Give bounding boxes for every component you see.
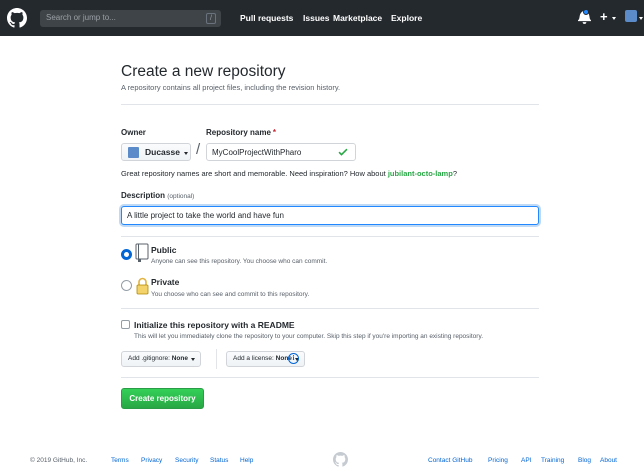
footer-link-blog[interactable]: Blog <box>578 457 591 464</box>
footer-link-pricing[interactable]: Pricing <box>488 457 508 464</box>
notification-indicator-dot <box>583 9 589 15</box>
gitignore-prefix: Add .gitignore: <box>128 355 170 362</box>
public-radio[interactable] <box>121 249 132 260</box>
license-prefix: Add a license: <box>233 355 274 362</box>
init-readme-description: This will let you immediately clone the … <box>134 333 484 340</box>
init-readme-label[interactable]: Initialize this repository with a README <box>134 320 295 330</box>
search-shortcut-key: / <box>206 13 216 24</box>
owner-repo-separator: / <box>196 141 201 158</box>
footer-link-training[interactable]: Training <box>541 457 564 464</box>
optional-tag: (optional) <box>167 193 195 200</box>
gitignore-value: None <box>171 355 188 362</box>
user-menu-chevron-down-icon[interactable] <box>639 17 643 20</box>
repo-book-icon <box>135 243 149 262</box>
description-input[interactable]: A little project to take the world and h… <box>121 206 539 225</box>
repo-name-label: Repository name * <box>206 128 276 137</box>
info-icon[interactable]: i <box>288 353 299 364</box>
footer-link-security[interactable]: Security <box>175 457 198 464</box>
page-title: Create a new repository <box>121 63 286 80</box>
repo-name-value: MyCoolProjectWithPharo <box>212 148 302 157</box>
top-navigation-bar: Search or jump to... / Pull requests Iss… <box>0 0 644 36</box>
name-suggestion-link[interactable]: jubilant-octo-lamp <box>388 169 453 178</box>
repo-name-input[interactable]: MyCoolProjectWithPharo <box>206 143 356 161</box>
footer-link-status[interactable]: Status <box>210 457 228 464</box>
required-mark: * <box>272 128 277 137</box>
nav-explore[interactable]: Explore <box>391 13 422 23</box>
owner-select[interactable]: Ducasse <box>121 143 191 161</box>
description-label-text: Description <box>121 191 166 200</box>
search-placeholder: Search or jump to... <box>46 13 116 22</box>
check-icon <box>338 148 348 156</box>
user-avatar[interactable] <box>625 10 637 22</box>
public-description: Anyone can see this repository. You choo… <box>151 258 328 265</box>
vertical-divider <box>216 349 217 369</box>
repo-name-hint: Great repository names are short and mem… <box>121 169 457 178</box>
divider <box>121 236 539 237</box>
chevron-down-icon <box>184 152 188 155</box>
github-logo-icon[interactable] <box>7 8 27 28</box>
divider <box>121 377 539 378</box>
nav-marketplace[interactable]: Marketplace <box>333 13 382 23</box>
divider <box>121 104 539 105</box>
init-readme-checkbox[interactable] <box>121 320 130 329</box>
search-input[interactable]: Search or jump to... / <box>40 10 221 27</box>
footer-link-contact[interactable]: Contact GitHub <box>428 457 472 464</box>
private-radio[interactable] <box>121 280 132 291</box>
hint-end: ? <box>452 169 457 178</box>
nav-issues[interactable]: Issues <box>303 13 329 23</box>
github-footer-logo-icon[interactable] <box>333 452 348 467</box>
create-new-chevron-down-icon[interactable] <box>612 17 616 20</box>
owner-value: Ducasse <box>145 147 180 157</box>
owner-avatar <box>128 147 139 158</box>
gitignore-select[interactable]: Add .gitignore: None <box>121 351 201 367</box>
private-description: You choose who can see and commit to thi… <box>151 291 310 298</box>
footer-link-privacy[interactable]: Privacy <box>141 457 162 464</box>
repo-name-label-text: Repository name <box>206 128 271 137</box>
private-label[interactable]: Private <box>151 277 179 287</box>
owner-label: Owner <box>121 128 146 137</box>
footer-copyright: © 2019 GitHub, Inc. <box>30 457 88 464</box>
create-repository-button[interactable]: Create repository <box>121 388 204 409</box>
footer-link-about[interactable]: About <box>600 457 617 464</box>
footer-link-api[interactable]: API <box>521 457 531 464</box>
nav-pull-requests[interactable]: Pull requests <box>240 13 293 23</box>
description-value: A little project to take the world and h… <box>127 211 284 220</box>
create-new-plus-icon[interactable]: + <box>600 9 608 25</box>
page-subtitle: A repository contains all project files,… <box>121 83 341 92</box>
footer-link-help[interactable]: Help <box>240 457 253 464</box>
public-label[interactable]: Public <box>151 245 177 255</box>
chevron-down-icon <box>190 358 195 361</box>
footer-link-terms[interactable]: Terms <box>111 457 129 464</box>
divider <box>121 308 539 309</box>
lock-icon <box>136 277 149 295</box>
hint-text: Great repository names are short and mem… <box>121 169 388 178</box>
description-label: Description (optional) <box>121 191 194 200</box>
